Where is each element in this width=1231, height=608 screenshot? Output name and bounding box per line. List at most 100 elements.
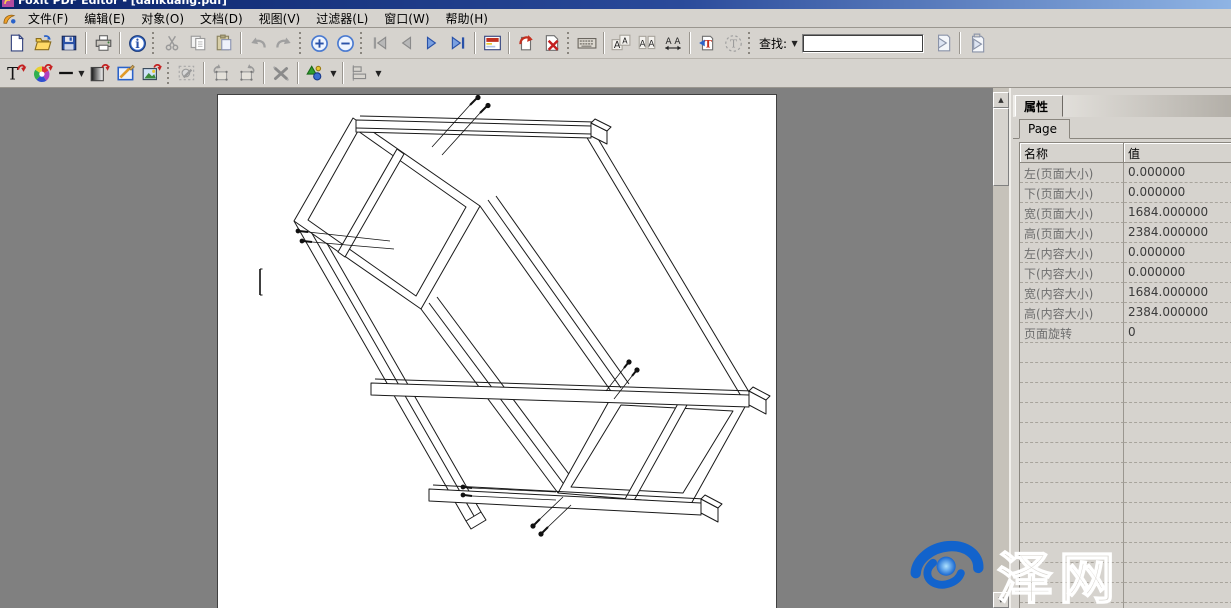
delete-object-button[interactable] (268, 61, 294, 86)
prop-value[interactable]: 1684.000000 (1124, 203, 1231, 223)
pdf-page[interactable] (217, 94, 777, 608)
scrollbar-thumb[interactable] (993, 108, 1009, 186)
toolbar-separator (508, 32, 510, 54)
prop-name (1020, 343, 1124, 363)
toolbar-grip (152, 32, 155, 54)
menu-item-window[interactable]: 窗口(W) (376, 9, 437, 28)
menu-item-view[interactable]: 视图(V) (251, 9, 309, 28)
open-folder-icon (34, 34, 53, 52)
edit-object-frame-button[interactable] (113, 61, 139, 86)
isometric-frame-drawing (218, 95, 776, 607)
font-size-button[interactable]: AA (608, 31, 634, 56)
delete-page-icon (543, 34, 561, 52)
virtual-keyboard-button[interactable] (574, 31, 600, 56)
line-style-dropdown-arrow[interactable]: ▼ (76, 61, 87, 86)
last-page-button[interactable] (445, 31, 471, 56)
svg-text:A: A (666, 37, 672, 47)
condense-text-button[interactable]: AA (634, 31, 660, 56)
insert-shape-button[interactable] (302, 61, 328, 86)
prop-value[interactable]: 1684.000000 (1124, 283, 1231, 303)
properties-title-tab[interactable]: 属性 (1015, 95, 1063, 117)
document-info-button[interactable]: i (124, 31, 150, 56)
align-dropdown-arrow[interactable]: ▼ (373, 61, 384, 86)
scroll-up-button[interactable]: ▲ (993, 92, 1009, 108)
edit-image-button[interactable] (139, 61, 165, 86)
prop-name: 高(页面大小) (1020, 223, 1124, 243)
delete-page-button[interactable] (539, 31, 565, 56)
prop-name: 下(内容大小) (1020, 263, 1124, 283)
menu-item-document[interactable]: 文档(D) (192, 9, 251, 28)
toolbar-separator (203, 62, 205, 84)
prop-value (1124, 343, 1231, 363)
prop-value (1124, 583, 1231, 603)
prop-name (1020, 383, 1124, 403)
find-previous-icon (933, 33, 953, 53)
align-objects-button[interactable] (347, 61, 373, 86)
page-thumbnails-button[interactable] (479, 31, 505, 56)
paste-button[interactable] (211, 31, 237, 56)
find-dropdown-arrow[interactable]: ▼ (789, 31, 800, 56)
tab-page[interactable]: Page (1019, 119, 1070, 139)
previous-page-button[interactable] (393, 31, 419, 56)
prop-value (1124, 603, 1231, 608)
rotate-right-button[interactable] (234, 61, 260, 86)
add-text-button[interactable]: T (4, 61, 30, 86)
find-input[interactable] (802, 34, 924, 53)
menu-item-file[interactable]: 文件(F) (20, 9, 76, 28)
expand-text-icon: AA (663, 34, 683, 52)
open-file-button[interactable] (30, 31, 56, 56)
undo-button[interactable] (245, 31, 271, 56)
prop-row-empty (1020, 363, 1231, 383)
prop-value[interactable]: 0.000000 (1124, 183, 1231, 203)
prop-name: 下(页面大小) (1020, 183, 1124, 203)
prop-row-empty (1020, 443, 1231, 463)
find-next-button[interactable] (964, 31, 990, 56)
menu-item-edit[interactable]: 编辑(E) (76, 9, 133, 28)
prop-value[interactable]: 2384.000000 (1124, 303, 1231, 323)
expand-text-button[interactable]: AA (660, 31, 686, 56)
redo-button[interactable] (271, 31, 297, 56)
menu-item-filter[interactable]: 过滤器(L) (308, 9, 376, 28)
toolbar-separator (263, 62, 265, 84)
print-icon (94, 34, 113, 52)
print-button[interactable] (90, 31, 116, 56)
watermark-text: 泽网 (997, 534, 1121, 608)
shading-button[interactable] (87, 61, 113, 86)
select-edit-button[interactable] (174, 61, 200, 86)
zoom-in-button[interactable] (306, 31, 332, 56)
title-bar: Foxit PDF Editor - [dankuang.pdf] (0, 0, 1231, 9)
vertical-scrollbar[interactable]: ▲ ▼ (993, 88, 1009, 608)
menu-item-help[interactable]: 帮助(H) (438, 9, 496, 28)
zoom-out-button[interactable] (332, 31, 358, 56)
delete-object-icon (271, 63, 291, 83)
save-button[interactable] (56, 31, 82, 56)
first-page-button[interactable] (367, 31, 393, 56)
prop-row-empty (1020, 343, 1231, 363)
previous-page-icon (397, 35, 415, 51)
prop-value[interactable]: 2384.000000 (1124, 223, 1231, 243)
line-style-button[interactable] (56, 61, 76, 86)
copy-button[interactable] (185, 31, 211, 56)
document-canvas (0, 88, 993, 608)
find-previous-button[interactable] (930, 31, 956, 56)
insert-text-button[interactable]: T (694, 31, 720, 56)
prop-row: 页面旋转0 (1020, 323, 1231, 343)
insert-shape-dropdown-arrow[interactable]: ▼ (328, 61, 339, 86)
prop-value[interactable]: 0 (1124, 323, 1231, 343)
prop-value[interactable]: 0.000000 (1124, 163, 1231, 183)
next-page-button[interactable] (419, 31, 445, 56)
color-picker-button[interactable] (30, 61, 56, 86)
toolbar-separator (959, 32, 961, 54)
cut-button[interactable] (159, 31, 185, 56)
text-circle-button[interactable]: T (720, 31, 746, 56)
prop-name (1020, 463, 1124, 483)
prop-name: 宽(内容大小) (1020, 283, 1124, 303)
properties-panel: 属性 Page 名称 值 左(页面大小)0.000000下(页面大小)0.000… (1009, 88, 1231, 608)
import-page-button[interactable] (513, 31, 539, 56)
prop-value[interactable]: 0.000000 (1124, 263, 1231, 283)
new-document-button[interactable] (4, 31, 30, 56)
rotate-left-button[interactable] (208, 61, 234, 86)
prop-value[interactable]: 0.000000 (1124, 243, 1231, 263)
properties-table-header: 名称 值 (1020, 143, 1231, 163)
menu-item-object[interactable]: 对象(O) (133, 9, 192, 28)
